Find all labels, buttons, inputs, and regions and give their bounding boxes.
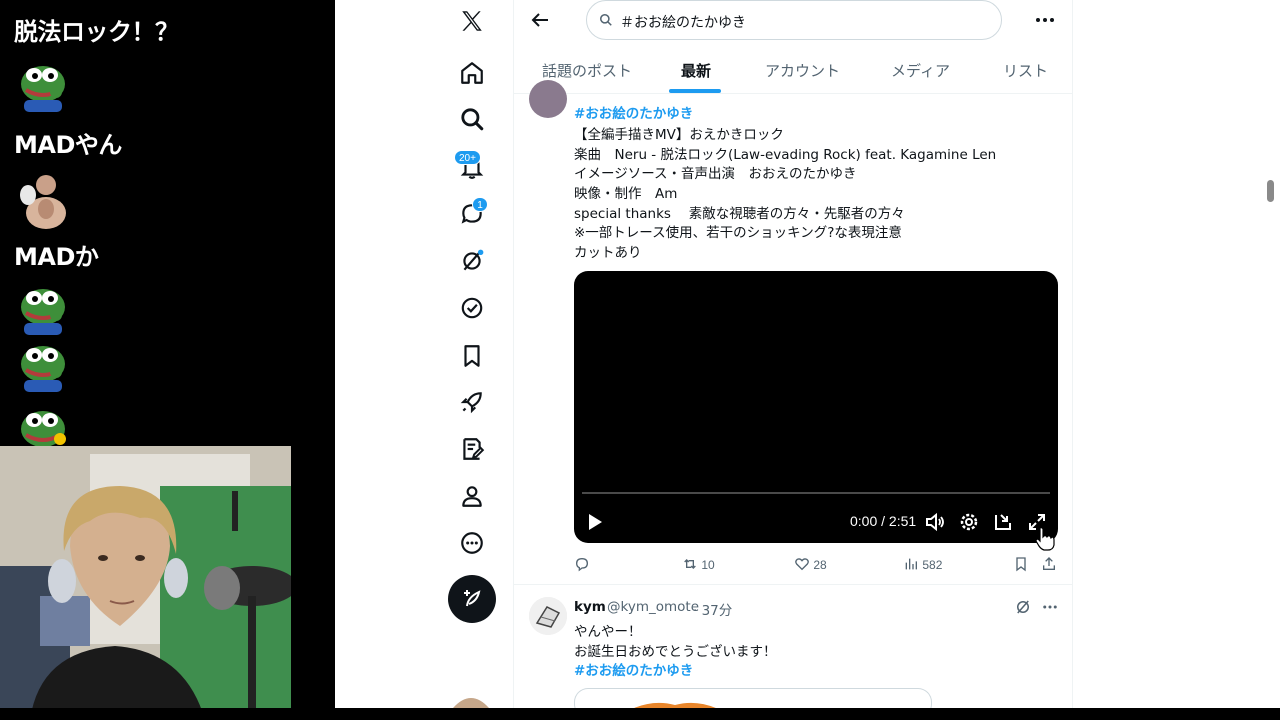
- media-thumbnail: [634, 702, 716, 708]
- messages-badge: 1: [472, 197, 488, 212]
- tweet-text-line: イメージソース・音声出演 おおえのたかゆき: [574, 166, 857, 182]
- more-options-icon[interactable]: [459, 530, 485, 556]
- articles-icon[interactable]: [459, 436, 485, 462]
- verified-icon[interactable]: [459, 295, 485, 321]
- avatar[interactable]: [529, 597, 567, 635]
- reply-icon: [575, 557, 589, 572]
- frog-emote-icon: [21, 346, 65, 392]
- home-icon[interactable]: [459, 60, 485, 86]
- video-time: 0:00 / 2:51: [850, 513, 917, 529]
- bookmarks-icon[interactable]: [459, 343, 485, 369]
- tweet-text-line: 【全編手描きMV】おえかきロック: [574, 127, 784, 143]
- back-arrow-icon[interactable]: [528, 8, 552, 32]
- share-icon: [1043, 557, 1055, 570]
- views-count: 582: [922, 558, 943, 572]
- avatar[interactable]: [529, 80, 567, 118]
- explore-search-icon[interactable]: [459, 106, 485, 132]
- frog-emote-icon: [21, 66, 65, 112]
- heart-icon: [795, 558, 809, 571]
- hashtag-link[interactable]: #おお絵のたかゆき: [574, 102, 693, 122]
- reply-button[interactable]: [574, 556, 590, 572]
- share-button[interactable]: [1041, 556, 1057, 572]
- settings-gear-icon[interactable]: [958, 511, 980, 533]
- tweet-author-handle[interactable]: @kym_omote: [607, 599, 699, 615]
- bookmark-button[interactable]: [1013, 556, 1029, 572]
- volume-icon[interactable]: [924, 511, 946, 533]
- webcam-feed: [0, 446, 291, 720]
- chat-message: MADか: [14, 243, 99, 271]
- column-divider: [1072, 0, 1073, 708]
- person-emote-icon: [16, 171, 76, 229]
- like-button[interactable]: 28: [794, 556, 827, 572]
- chat-message: MADやん: [14, 131, 122, 159]
- play-icon[interactable]: [584, 511, 606, 533]
- x-search-page: 20+ 1 ＃おお絵のたかゆき 話題のポスト 最新 アカウント メディア リスト…: [335, 0, 1280, 708]
- avatar-image: [529, 597, 567, 635]
- tweet-text-line: 映像・制作 Am: [574, 186, 678, 202]
- media-card[interactable]: [574, 688, 932, 708]
- profile-icon[interactable]: [459, 483, 485, 509]
- tweet-separator: [514, 584, 1072, 585]
- bookmark-icon: [1016, 557, 1026, 572]
- webcam-image: [0, 446, 291, 720]
- more-icon[interactable]: [1032, 8, 1058, 32]
- tweet-text-line: special thanks 素敵な視聴者の方々・先駆者の方々: [574, 206, 905, 222]
- more-icon[interactable]: [1040, 598, 1060, 616]
- grok-icon[interactable]: [459, 248, 485, 274]
- screen-bottom-bar: [0, 708, 1280, 720]
- tweet-text-line: 楽曲 Neru - 脱法ロック(Law-evading Rock) feat. …: [574, 147, 997, 163]
- tweet-text-line: お誕生日おめでとうございます！: [574, 644, 777, 660]
- search-icon: [599, 13, 612, 26]
- search-query: ＃おお絵のたかゆき: [620, 15, 746, 31]
- tab-accounts[interactable]: アカウント: [765, 60, 840, 81]
- rocket-icon[interactable]: [459, 389, 485, 415]
- x-logo-icon[interactable]: [459, 8, 485, 34]
- grok-icon[interactable]: [1014, 598, 1032, 616]
- tab-media[interactable]: メディア: [891, 60, 950, 81]
- mouse-cursor-icon: [1035, 527, 1055, 551]
- tab-latest[interactable]: 最新: [681, 60, 711, 81]
- repost-button[interactable]: 10: [682, 556, 715, 572]
- page-scrollbar[interactable]: [1267, 180, 1274, 202]
- views-chart-icon: [905, 558, 917, 570]
- repost-count: 10: [701, 558, 715, 572]
- picture-in-picture-icon[interactable]: [992, 511, 1014, 533]
- search-input[interactable]: ＃おお絵のたかゆき: [586, 0, 1002, 40]
- tweet-timestamp[interactable]: · 37分: [693, 599, 732, 619]
- tweet-text-line: やんやー！: [574, 624, 642, 640]
- tab-lists[interactable]: リスト: [1003, 60, 1048, 81]
- frog-emote-icon: [21, 411, 66, 446]
- views-button[interactable]: 582: [903, 556, 942, 572]
- stream-chat-overlay: 脱法ロック！？ MADやん MADか: [0, 0, 335, 446]
- compose-post-button[interactable]: [448, 575, 496, 623]
- repost-icon: [684, 559, 696, 569]
- video-player[interactable]: 0:00 / 2:51: [574, 271, 1058, 543]
- nav-divider: [513, 0, 514, 708]
- video-progress-bar[interactable]: [582, 492, 1050, 494]
- account-avatar[interactable]: [453, 692, 489, 708]
- like-count: 28: [813, 558, 827, 572]
- tweet-text-line: カットあり: [574, 245, 642, 261]
- chat-message: 脱法ロック！？: [14, 18, 179, 46]
- tweet-text-line: ※一部トレース使用、若干のショッキング?な表現注意: [574, 225, 902, 241]
- tweet-author-name[interactable]: kym: [574, 599, 606, 615]
- frog-emote-icon: [21, 289, 65, 335]
- feather-plus-icon: [464, 590, 481, 607]
- tabs-border: [514, 93, 1072, 94]
- notifications-badge: 20+: [454, 150, 481, 165]
- tab-top[interactable]: 話題のポスト: [542, 60, 632, 81]
- hashtag-link[interactable]: #おお絵のたかゆき: [574, 659, 693, 679]
